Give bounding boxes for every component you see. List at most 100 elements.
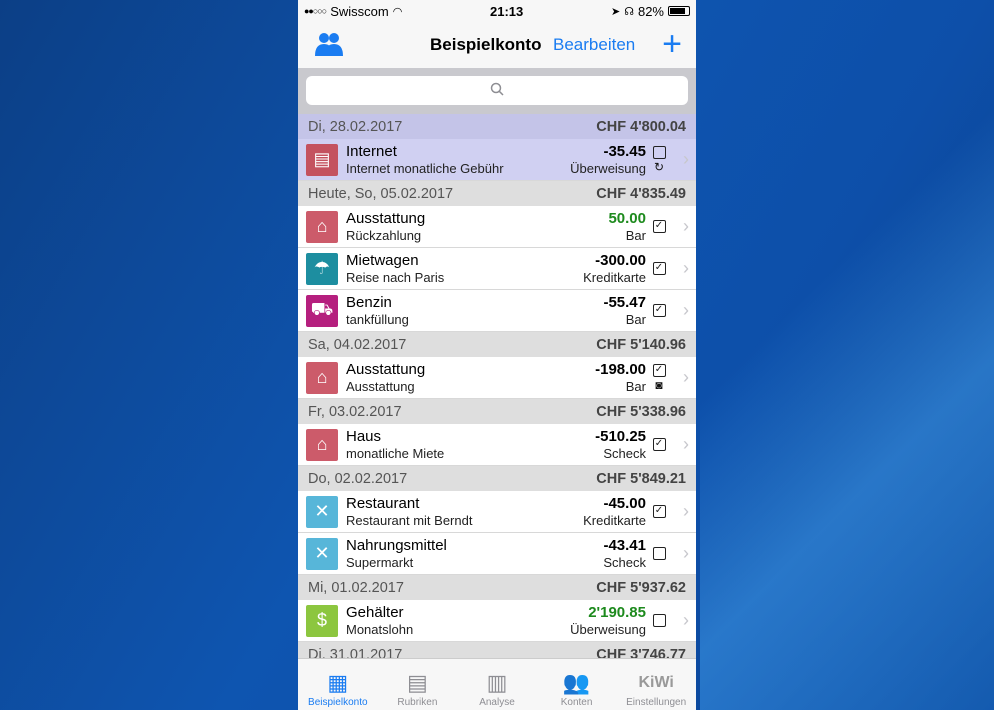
status-icons: ↻: [650, 145, 668, 174]
transaction-amount-block: 50.00 Bar: [608, 210, 646, 244]
wifi-icon: ◠: [392, 5, 403, 18]
section-total: CHF 4'800.04: [596, 118, 686, 135]
unchecked-checkbox[interactable]: [652, 547, 666, 560]
transaction-amount: -43.41: [603, 536, 646, 554]
status-icons: ✓: [650, 505, 668, 518]
car-icon: ⛟: [306, 294, 338, 327]
battery-icon: [668, 6, 690, 16]
checked-checkbox[interactable]: ✓: [652, 505, 666, 518]
utensils-icon: ✕: [306, 537, 338, 570]
tab-label: Beispielkonto: [308, 697, 368, 708]
transaction-row[interactable]: ⌂ Ausstattung Ausstattung -198.00 Bar ✓ ◙ ›: [298, 357, 696, 399]
search-icon: [490, 82, 504, 99]
search-bar: [298, 68, 696, 114]
transaction-category: Haus: [346, 427, 382, 445]
chevron-right-icon: ›: [683, 149, 689, 169]
transaction-amount: -55.47: [603, 293, 646, 311]
payment-method: Scheck: [603, 554, 646, 570]
status-icons: ✓: [650, 304, 668, 317]
transaction-description: Rückzahlung: [346, 227, 422, 243]
transaction-category: Mietwagen: [346, 251, 419, 269]
transaction-description: Reise nach Paris: [346, 269, 445, 285]
tab-einstellungen[interactable]: KiWi Einstellungen: [616, 659, 696, 710]
unchecked-checkbox[interactable]: [652, 614, 666, 627]
accounts-icon[interactable]: [314, 30, 344, 63]
payment-method: Scheck: [603, 445, 646, 461]
status-time: 21:13: [490, 3, 524, 19]
cabinet-icon: ▤: [406, 670, 428, 695]
transaction-category: Restaurant: [346, 494, 420, 512]
tab-analyse[interactable]: ▥ Analyse: [457, 659, 537, 710]
house-icon: ⌂: [306, 361, 338, 394]
checked-checkbox[interactable]: ✓: [652, 304, 666, 317]
search-input[interactable]: [306, 76, 688, 105]
payment-method: Überweisung: [570, 621, 646, 637]
section-date: Sa, 04.02.2017: [308, 336, 407, 353]
transaction-text: Internet Internet monatliche Gebühr: [346, 143, 570, 177]
tab-rubriken[interactable]: ▤ Rubriken: [378, 659, 458, 710]
transaction-category: Nahrungsmittel: [346, 536, 447, 554]
unchecked-checkbox[interactable]: [652, 145, 666, 159]
transaction-row[interactable]: ☂ Mietwagen Reise nach Paris -300.00 Kreditk…: [298, 248, 696, 290]
edit-button[interactable]: Bearbeiten: [553, 35, 635, 55]
status-icons: ✓ ◙: [650, 363, 668, 392]
payment-method: Bar: [625, 311, 646, 327]
house-icon: ⌂: [306, 428, 338, 461]
transaction-list[interactable]: Di, 28.02.2017 CHF 4'800.04 ▤ Internet Inter…: [298, 114, 696, 667]
chevron-right-icon: ›: [683, 300, 689, 320]
house-icon: ⌂: [306, 210, 338, 243]
navigation-bar: Beispielkonto Bearbeiten +: [298, 22, 696, 68]
checked-checkbox[interactable]: ✓: [652, 220, 666, 233]
transaction-text: Ausstattung Ausstattung: [346, 361, 595, 395]
chevron-right-icon: ›: [683, 258, 689, 278]
tab-bar: ▦ Beispielkonto ▤ Rubriken ▥ Analyse 👥 Konten Ki…: [298, 658, 696, 710]
add-button[interactable]: +: [662, 27, 682, 61]
tab-label: Analyse: [479, 697, 515, 708]
transaction-text: Ausstattung Rückzahlung: [346, 210, 608, 244]
transaction-amount-block: 2'190.85 Überweisung: [570, 604, 646, 638]
payment-method: Kreditkarte: [583, 269, 646, 285]
status-icons: [650, 614, 668, 627]
chevron-right-icon: ›: [683, 501, 689, 521]
checked-checkbox[interactable]: ✓: [652, 438, 666, 451]
section-header: Fr, 03.02.2017 CHF 5'338.96: [298, 399, 696, 424]
section-total: CHF 4'835.49: [596, 185, 686, 202]
transaction-amount: -510.25: [595, 427, 646, 445]
status-bar: ●●○○○ Swisscom ◠ 21:13 ➤ ☊ 82%: [298, 0, 696, 22]
transaction-text: Restaurant Restaurant mit Berndt: [346, 495, 583, 529]
tab-konten[interactable]: 👥 Konten: [537, 659, 617, 710]
tab-label: Konten: [560, 697, 593, 708]
tab-label: Einstellungen: [626, 697, 687, 708]
payment-method: Kreditkarte: [583, 512, 646, 528]
transaction-amount-block: -35.45 Überweisung: [570, 143, 646, 177]
checked-checkbox[interactable]: ✓: [652, 363, 666, 377]
checked-checkbox[interactable]: ✓: [652, 262, 666, 275]
transaction-row[interactable]: ▤ Internet Internet monatliche Gebühr -35.4…: [298, 139, 696, 181]
utensils-icon: ✕: [306, 495, 338, 528]
transaction-row[interactable]: ⌂ Ausstattung Rückzahlung 50.00 Bar ✓ ›: [298, 206, 696, 248]
transaction-row[interactable]: ✕ Restaurant Restaurant mit Berndt -45.00 Kr…: [298, 491, 696, 533]
signal-icon: ●●○○○: [304, 6, 327, 16]
calendar-icon: ▦: [327, 670, 349, 695]
section-header: Mi, 01.02.2017 CHF 5'937.62: [298, 575, 696, 600]
transaction-text: Mietwagen Reise nach Paris: [346, 252, 583, 286]
payment-method: Bar: [625, 227, 646, 243]
section-date: Do, 02.02.2017: [308, 470, 408, 487]
battery-percent: 82%: [637, 3, 664, 19]
transaction-description: Monatslohn: [346, 621, 414, 637]
section-total: CHF 5'937.62: [596, 579, 686, 596]
transaction-row[interactable]: ⌂ Haus monatliche Miete -510.25 Scheck ✓ ›: [298, 424, 696, 466]
transaction-row[interactable]: ✕ Nahrungsmittel Supermarkt -43.41 Scheck ›: [298, 533, 696, 575]
transaction-amount-block: -43.41 Scheck: [603, 537, 646, 571]
section-header: Heute, So, 05.02.2017 CHF 4'835.49: [298, 181, 696, 206]
chevron-right-icon: ›: [683, 610, 689, 630]
transaction-text: Haus monatliche Miete: [346, 428, 595, 462]
payment-method: Bar: [625, 378, 646, 394]
section-header: Sa, 04.02.2017 CHF 5'140.96: [298, 332, 696, 357]
transaction-row[interactable]: ⛟ Benzin tankfüllung -55.47 Bar ✓ ›: [298, 290, 696, 332]
status-icons: ✓: [650, 438, 668, 451]
transaction-row[interactable]: $ Gehälter Monatslohn 2'190.85 Überweisung ›: [298, 600, 696, 642]
transaction-amount-block: -510.25 Scheck: [595, 428, 646, 462]
tab-beispielkonto[interactable]: ▦ Beispielkonto: [298, 659, 378, 710]
chevron-right-icon: ›: [683, 543, 689, 563]
